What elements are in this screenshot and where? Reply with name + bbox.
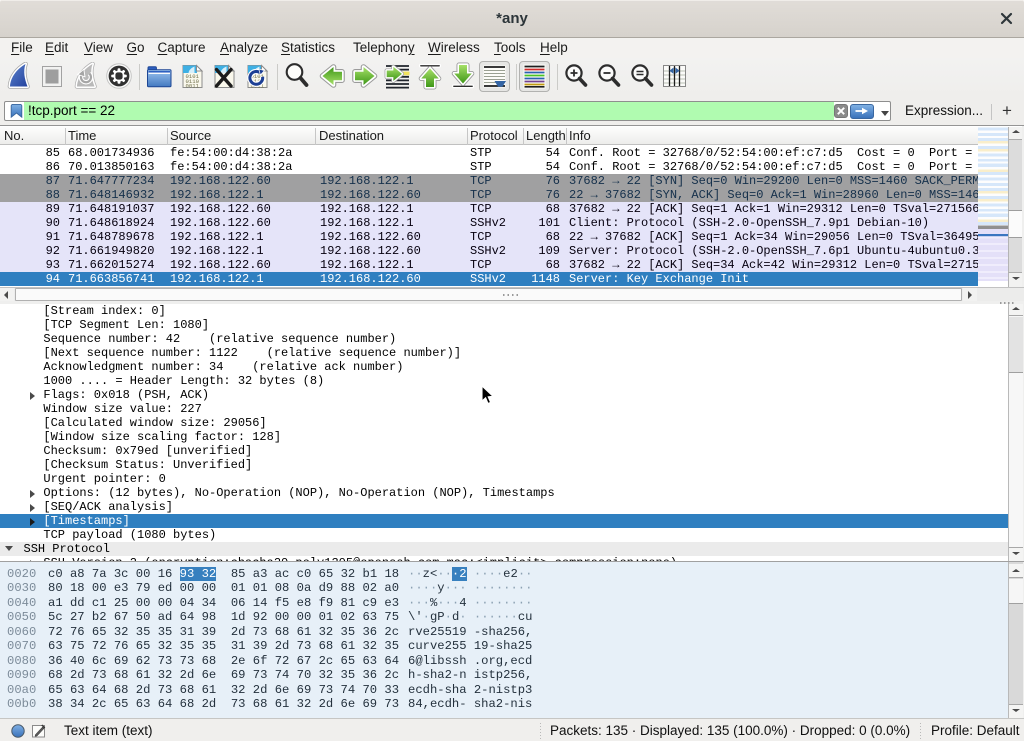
svg-text:0011: 0011	[186, 83, 200, 90]
